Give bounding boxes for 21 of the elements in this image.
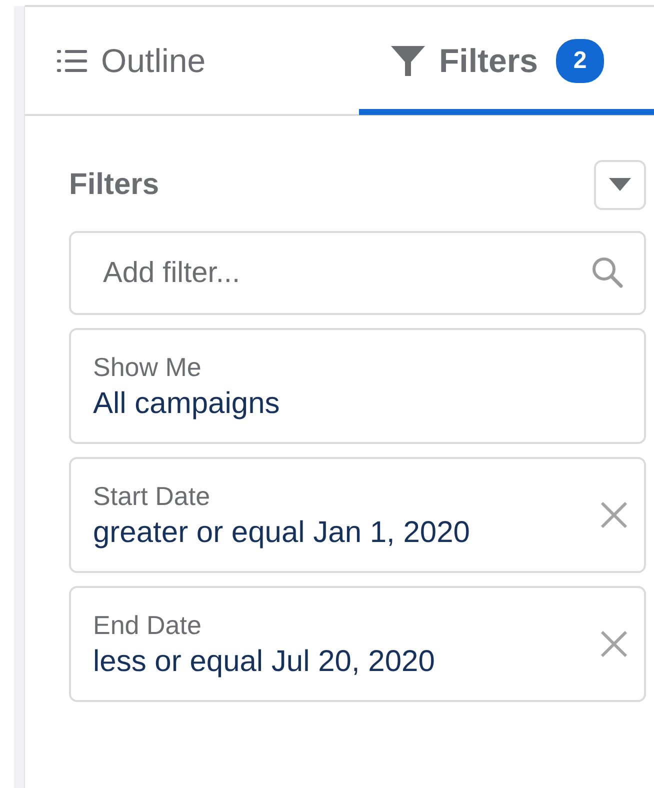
filter-card[interactable]: Show Me All campaigns (69, 328, 646, 444)
filter-value: greater or equal Jan 1, 2020 (93, 516, 471, 550)
search-field[interactable]: Add filter... (69, 231, 646, 315)
tab[interactable]: Outline (25, 7, 359, 115)
close-button[interactable] (600, 501, 628, 529)
search-icon (590, 255, 624, 289)
filter-label: End Date (93, 610, 202, 640)
filter-value: less or equal Jul 20, 2020 (93, 644, 436, 678)
count-badge: 2 (556, 39, 604, 83)
dropdown-button[interactable] (594, 160, 646, 210)
filter-label: Show Me (93, 352, 202, 382)
close-button[interactable] (600, 630, 628, 658)
filter-card[interactable]: Start Date greater or equal Jan 1, 2020 (69, 457, 646, 573)
list-icon (57, 49, 87, 73)
caret-icon (609, 178, 631, 192)
funnel-icon (391, 44, 425, 78)
filter-value: All campaigns (93, 386, 281, 420)
filter-card[interactable]: End Date less or equal Jul 20, 2020 (69, 586, 646, 702)
panel-title: Filters (69, 168, 160, 202)
filter-label: Start Date (93, 480, 212, 512)
tab[interactable]: Filters 2 (359, 7, 654, 115)
